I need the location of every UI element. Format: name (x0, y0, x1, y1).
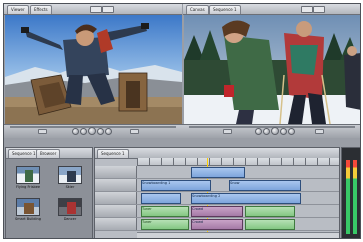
browser-thumb-3[interactable] (16, 198, 40, 216)
timeline-clip[interactable] (191, 167, 245, 178)
viewer-prev-edit-button[interactable] (72, 128, 79, 135)
viewer-jog-control[interactable] (130, 129, 139, 134)
tab-browser[interactable]: Browser (36, 149, 61, 158)
meter-right (353, 160, 357, 234)
viewer-shuttle-control[interactable] (38, 129, 47, 134)
browser-item-label: Dancer (63, 217, 77, 221)
viewer-next-edit-button[interactable] (105, 128, 112, 135)
timeline-clip[interactable] (245, 206, 295, 217)
canvas-view-control[interactable] (313, 6, 325, 13)
canvas-shuttle-control[interactable] (223, 129, 232, 134)
canvas-transport-bar (183, 124, 360, 138)
browser-thumb-1[interactable] (16, 166, 40, 184)
meter-left (346, 160, 350, 234)
track-header[interactable] (95, 192, 137, 204)
tab-canvas[interactable]: Canvas (186, 5, 209, 14)
timeline-clip[interactable]: Tuner (141, 219, 189, 230)
timeline-clip[interactable]: Snowboarding 2 (191, 193, 301, 204)
tab-timeline-sequence[interactable]: Sequence 1 (97, 149, 129, 158)
viewer-tabbar: Viewer Effects (4, 4, 182, 15)
canvas-prev-edit-button[interactable] (255, 128, 262, 135)
tab-browser-sequence[interactable]: Sequence 1 (8, 149, 40, 158)
timeline-clip[interactable]: Snowboarding 1 (141, 180, 211, 191)
timeline-clip[interactable]: Tuner (141, 206, 189, 217)
audio-meters (341, 147, 360, 238)
canvas-image-skiers (184, 15, 360, 124)
viewer-play-button[interactable] (88, 127, 96, 135)
canvas-jog-control[interactable] (315, 129, 324, 134)
track-v1: Snowboarding 2 (95, 192, 339, 205)
viewer-zoom-control[interactable] (90, 6, 102, 13)
browser-thumb-4[interactable] (58, 198, 82, 216)
tab-canvas-sequence[interactable]: Sequence 1 (209, 5, 241, 14)
timeline-ruler[interactable] (137, 158, 339, 166)
tab-effects[interactable]: Effects (30, 5, 52, 14)
editor-window: Viewer Effects Canvas Sequence 1 Sequenc… (3, 3, 361, 239)
canvas-zoom-control[interactable] (301, 6, 313, 13)
canvas-next-edit-button[interactable] (288, 128, 295, 135)
canvas-step-back-button[interactable] (263, 128, 270, 135)
viewer-video-frame (5, 15, 182, 124)
viewer-step-forward-button[interactable] (97, 128, 104, 135)
track-header[interactable] (95, 179, 137, 191)
viewer-image-jumping-man (5, 15, 182, 124)
timeline-clip[interactable] (245, 219, 295, 230)
timeline-scrollbar[interactable] (137, 232, 339, 238)
track-a2: Tuner Crowd (95, 218, 339, 231)
canvas-step-forward-button[interactable] (280, 128, 287, 135)
browser-item-label: Flying Frisbee (15, 185, 41, 189)
browser-panel: Sequence 1 Browser Flying Frisbee Skier … (5, 147, 93, 238)
timeline-clip[interactable] (141, 193, 181, 204)
browser-tabbar: Sequence 1 Browser (6, 148, 92, 159)
browser-item-label: Smart Building (15, 217, 41, 221)
tab-viewer[interactable]: Viewer (7, 5, 29, 14)
timeline-clip[interactable]: Crowd (191, 206, 243, 217)
track-header[interactable] (95, 166, 137, 178)
track-header[interactable] (95, 205, 137, 217)
viewer-step-back-button[interactable] (80, 128, 87, 135)
track-a1: Tuner Crowd (95, 205, 339, 218)
track-v2: Snowboarding 1 Snow (95, 179, 339, 192)
timeline-panel: Sequence 1 Snowboarding 1 Snow Snowboard… (94, 147, 340, 238)
canvas-play-button[interactable] (271, 127, 279, 135)
timeline-clip[interactable]: Snow (229, 180, 301, 191)
track-header[interactable] (95, 218, 137, 230)
track-v3 (95, 166, 339, 179)
browser-thumb-2[interactable] (58, 166, 82, 184)
viewer-view-control[interactable] (102, 6, 114, 13)
timeline-clip[interactable]: Crowd (191, 219, 243, 230)
browser-item-label: Skier (65, 185, 75, 189)
viewer-transport-bar (4, 124, 183, 138)
canvas-tabbar: Canvas Sequence 1 (183, 4, 360, 15)
canvas-video-frame (184, 15, 360, 124)
